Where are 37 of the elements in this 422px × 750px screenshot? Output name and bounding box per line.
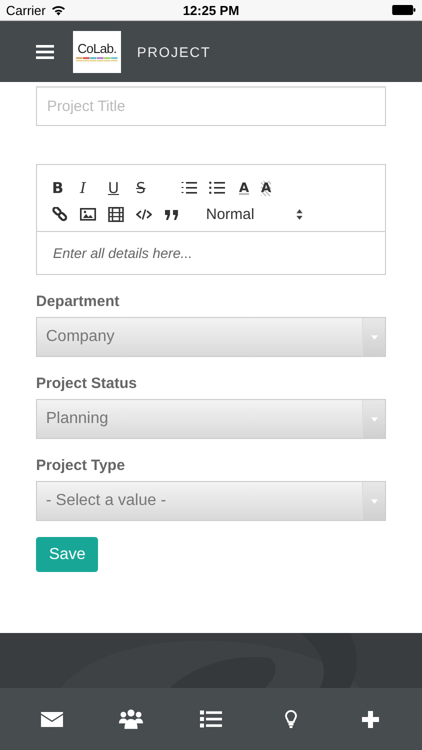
bold-button[interactable]: B [52, 179, 80, 197]
film-icon[interactable] [108, 206, 124, 222]
field-label: Department [36, 293, 120, 310]
bullet-list-icon[interactable] [209, 180, 225, 196]
caret-icon [370, 334, 378, 340]
wifi-icon [50, 4, 66, 16]
mail-icon[interactable] [40, 712, 63, 726]
link-icon[interactable] [52, 206, 68, 222]
select-dropdown[interactable]: Company [36, 317, 386, 357]
numbered-list-icon[interactable] [200, 710, 222, 728]
select-dropdown[interactable]: Planning [36, 399, 386, 439]
plus-icon[interactable] [362, 710, 379, 728]
carrier-label: Carrier [6, 2, 46, 18]
highlight-button[interactable]: A [261, 180, 272, 196]
menu-icon[interactable] [36, 44, 54, 58]
group-icon[interactable] [119, 709, 144, 729]
details-placeholder[interactable]: Enter all details here... [37, 232, 385, 274]
select-dropdown[interactable]: - Select a value - [36, 481, 386, 521]
numbered-list-icon[interactable] [181, 180, 197, 196]
logo[interactable]: CoLab. [73, 30, 121, 72]
format-dropdown[interactable]: Normal [206, 206, 304, 222]
sort-arrows-icon [296, 208, 304, 220]
caret-icon [370, 416, 378, 422]
underline-button[interactable]: U [108, 179, 136, 197]
field-label: Project Type [36, 457, 126, 474]
italic-button[interactable]: I [80, 179, 108, 197]
clock: 12:25 PM [182, 2, 240, 18]
text-color-button[interactable]: A [239, 180, 250, 196]
page-title: PROJECT [137, 44, 211, 60]
caret-icon [370, 498, 378, 504]
strikethrough-button[interactable]: S [136, 179, 164, 197]
title-field[interactable]: Project Title [36, 86, 386, 126]
battery-icon [392, 5, 416, 15]
field-label: Project Status [36, 375, 138, 392]
code-icon[interactable] [136, 206, 152, 222]
image-icon[interactable] [80, 206, 96, 222]
lightbulb-icon[interactable] [284, 710, 297, 728]
